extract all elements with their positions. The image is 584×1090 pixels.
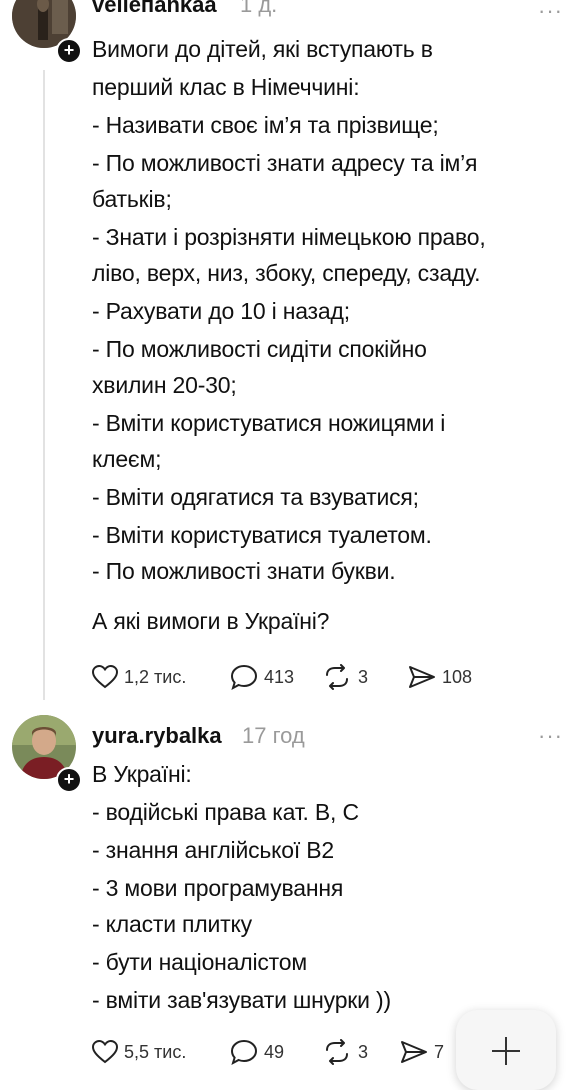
post-text-line: батьків; (92, 186, 172, 212)
post-text-line: В Україні: (92, 761, 192, 787)
repost-button[interactable]: 3 (322, 662, 368, 692)
heart-icon (92, 1040, 118, 1064)
reply-count: 49 (264, 1041, 285, 1062)
post-text-line: - знання англійської B2 (92, 837, 334, 863)
repost-icon (326, 664, 348, 690)
post-text-line: - Вміти одягатися та взуватися; (92, 484, 419, 510)
post-actions: 5,5 тис. 49 3 7 (92, 1037, 512, 1067)
post-text-line: ліво, верх, низ, збоку, спереду, сзаду. (92, 260, 481, 286)
post-time: 17 год (242, 723, 305, 748)
heart-icon (92, 665, 118, 689)
repost-icon (326, 1039, 348, 1065)
post-text-line: клеєм; (92, 446, 162, 472)
post-text-line: хвилин 20-30; (92, 372, 237, 398)
post-text-line: - По можливості сидіти спокійно (92, 336, 427, 362)
post-1: + velleпankaa 1 д. ··· Вимоги до дітей, … (0, 0, 584, 705)
post-text-line: - Називати своє ім’я та прізвище; (92, 112, 439, 138)
username[interactable]: velleпankaa (92, 0, 217, 18)
like-button[interactable]: 5,5 тис. (92, 1037, 186, 1067)
post-text-line: - водійські права кат. B, C (92, 799, 359, 825)
reply-button[interactable]: 413 (230, 662, 294, 692)
post-text-line: Вимоги до дітей, які вступають в (92, 36, 433, 62)
post-text-line: - Вміти користуватися ножицями і (92, 410, 446, 436)
post-text-line: - 3 мови програмування (92, 875, 344, 901)
more-options-icon[interactable]: ··· (538, 0, 563, 22)
plus-icon-vertical (505, 1037, 507, 1065)
post-text-line: - По можливості знати адресу та ім’я (92, 150, 478, 176)
like-count: 5,5 тис. (124, 1041, 187, 1062)
new-post-button[interactable] (456, 1010, 556, 1090)
more-options-icon[interactable]: ··· (538, 725, 563, 747)
post-text-line: - вміти зав'язувати шнурки )) (92, 987, 391, 1013)
post-text-line: - Вміти користуватися туалетом. (92, 522, 432, 548)
reply-count: 413 (264, 666, 295, 687)
repost-button[interactable]: 3 (322, 1037, 368, 1067)
post-time: 1 д. (240, 0, 278, 17)
reply-button[interactable]: 49 (230, 1037, 284, 1067)
follow-plus-icon[interactable]: + (56, 38, 82, 64)
like-button[interactable]: 1,2 тис. (92, 662, 186, 692)
post-actions: 1,2 тис. 413 3 108 (92, 662, 512, 692)
comment-bubble-icon (230, 664, 258, 690)
repost-count: 3 (358, 666, 369, 687)
like-count: 1,2 тис. (124, 666, 187, 687)
repost-count: 3 (358, 1041, 369, 1062)
share-button[interactable]: 108 (408, 662, 472, 692)
comment-bubble-icon (230, 1039, 258, 1065)
post-question: А які вимоги в Україні? (92, 608, 330, 634)
send-icon (401, 1041, 427, 1063)
post-text-line: - бути націоналістом (92, 949, 307, 975)
post-text-line: - класти плитку (92, 911, 252, 937)
post-text-line: - Знати і розрізняти німецькою право, (92, 224, 486, 250)
post-text-line: - По можливості знати букви. (92, 558, 396, 584)
username[interactable]: yura.rybalka (92, 723, 222, 749)
thread-connector (43, 70, 45, 700)
send-icon (409, 666, 435, 688)
post-text-line: перший клас в Німеччині: (92, 74, 360, 100)
post-text-line: - Рахувати до 10 і назад; (92, 298, 350, 324)
share-count: 108 (442, 666, 473, 687)
share-button[interactable]: 7 (400, 1037, 444, 1067)
share-count: 7 (434, 1041, 445, 1062)
follow-plus-icon[interactable]: + (56, 767, 82, 793)
